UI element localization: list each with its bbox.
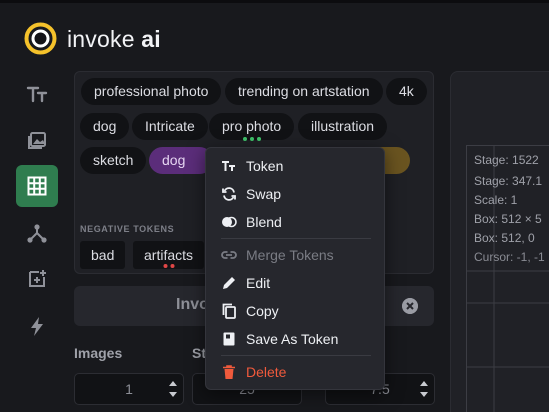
save-icon xyxy=(223,332,235,346)
sidebar-item-model-manager[interactable] xyxy=(16,258,58,300)
menu-item-label: Token xyxy=(246,158,284,174)
menu-item-label: Blend xyxy=(246,214,282,230)
menu-item-swap[interactable]: Swap xyxy=(206,181,384,207)
sidebar-item-text-to-image[interactable] xyxy=(16,73,58,115)
token-label: professional photo xyxy=(94,83,209,99)
grid-icon xyxy=(27,176,47,196)
token-weight-dots xyxy=(163,264,174,268)
swap-icon xyxy=(222,187,236,201)
prompt-token-selected[interactable]: pro photo xyxy=(209,113,295,141)
trash-icon xyxy=(223,365,235,379)
menu-item-blend[interactable]: Blend xyxy=(206,209,384,235)
stepper-icon[interactable] xyxy=(419,376,429,402)
prompt-token-blend[interactable]: dog xyxy=(149,147,213,174)
scale-info: Scale: 1 xyxy=(474,193,518,207)
token-label: artifacts xyxy=(144,247,194,263)
prompt-token[interactable]: Intricate xyxy=(132,113,208,140)
prompt-token[interactable]: sketch xyxy=(80,147,147,174)
text-size-icon xyxy=(26,86,48,103)
token-context-menu: Token Swap Blend Merge Tokens Edit Copy … xyxy=(205,147,385,390)
menu-divider xyxy=(221,238,371,239)
token-weight-dots xyxy=(242,137,261,141)
menu-item-merge-tokens: Merge Tokens xyxy=(206,242,384,268)
sidebar-item-queue[interactable] xyxy=(16,305,58,347)
prompt-token[interactable]: illustration xyxy=(298,113,388,140)
prompt-token[interactable]: trending on artstation xyxy=(225,78,383,105)
token-label: 4k xyxy=(399,83,414,99)
images-icon xyxy=(28,132,46,149)
sidebar-item-nodes[interactable] xyxy=(16,212,58,254)
blend-icon xyxy=(222,216,237,228)
menu-item-save-as-token[interactable]: Save As Token xyxy=(206,326,384,352)
copy-icon xyxy=(222,303,236,319)
stepper-icon[interactable] xyxy=(168,376,178,402)
token-label: sketch xyxy=(93,152,134,168)
menu-item-label: Save As Token xyxy=(246,331,339,347)
menu-item-label: Edit xyxy=(246,275,271,291)
nodes-icon xyxy=(27,224,47,243)
prompt-token[interactable]: 4k xyxy=(386,78,427,105)
menu-item-label: Copy xyxy=(246,303,279,319)
negative-token[interactable]: bad xyxy=(80,241,126,269)
window-top-strip xyxy=(0,0,549,3)
lightning-icon xyxy=(31,317,43,336)
images-label: Images xyxy=(74,345,123,361)
sidebar-item-image-to-image[interactable] xyxy=(16,118,58,160)
link-icon xyxy=(221,251,237,259)
menu-item-edit[interactable]: Edit xyxy=(206,270,384,296)
cube-plus-icon xyxy=(29,270,46,287)
token-label: Intricate xyxy=(145,118,195,134)
negative-tokens-label: NEGATIVE TOKENS xyxy=(80,224,175,234)
negative-token[interactable]: artifacts xyxy=(133,241,205,269)
cursor-info: Cursor: -1, -1 xyxy=(474,250,545,264)
menu-divider xyxy=(221,355,371,356)
box-pos-info: Box: 512, 0 xyxy=(474,231,535,245)
token-label: bad xyxy=(91,247,115,263)
token-label: pro photo xyxy=(222,118,282,134)
app-brand: invoke ai xyxy=(67,26,161,53)
menu-item-label: Delete xyxy=(246,364,287,380)
prompt-token[interactable]: professional photo xyxy=(81,78,222,105)
token-label: dog xyxy=(162,152,186,168)
token-label: illustration xyxy=(311,118,375,134)
invoke-logo-icon xyxy=(24,22,57,55)
invoke-label: Invo xyxy=(176,296,209,313)
images-value: 1 xyxy=(125,381,133,397)
pencil-icon xyxy=(223,277,235,289)
brand-suffix: ai xyxy=(141,26,161,52)
box-dims-info: Box: 512 × 5 xyxy=(474,212,542,226)
menu-item-delete[interactable]: Delete xyxy=(206,359,384,385)
prompt-token[interactable]: dog xyxy=(80,113,130,140)
sidebar-item-unified-canvas[interactable] xyxy=(16,165,58,207)
menu-item-label: Swap xyxy=(246,186,282,202)
close-circle-icon[interactable] xyxy=(402,298,418,314)
stage-dims-info: Stage: 1522 xyxy=(474,153,539,167)
menu-item-label: Merge Tokens xyxy=(246,247,334,263)
stage-pos-info: Stage: 347.1 xyxy=(474,174,543,188)
menu-item-token[interactable]: Token xyxy=(206,153,384,179)
steps-label: St xyxy=(192,345,206,361)
token-label: dog xyxy=(93,118,117,134)
menu-item-copy[interactable]: Copy xyxy=(206,298,384,324)
token-label: trending on artstation xyxy=(238,83,370,99)
text-size-icon xyxy=(222,161,235,171)
images-input[interactable]: 1 xyxy=(74,373,184,405)
brand-prefix: invoke xyxy=(67,26,135,52)
